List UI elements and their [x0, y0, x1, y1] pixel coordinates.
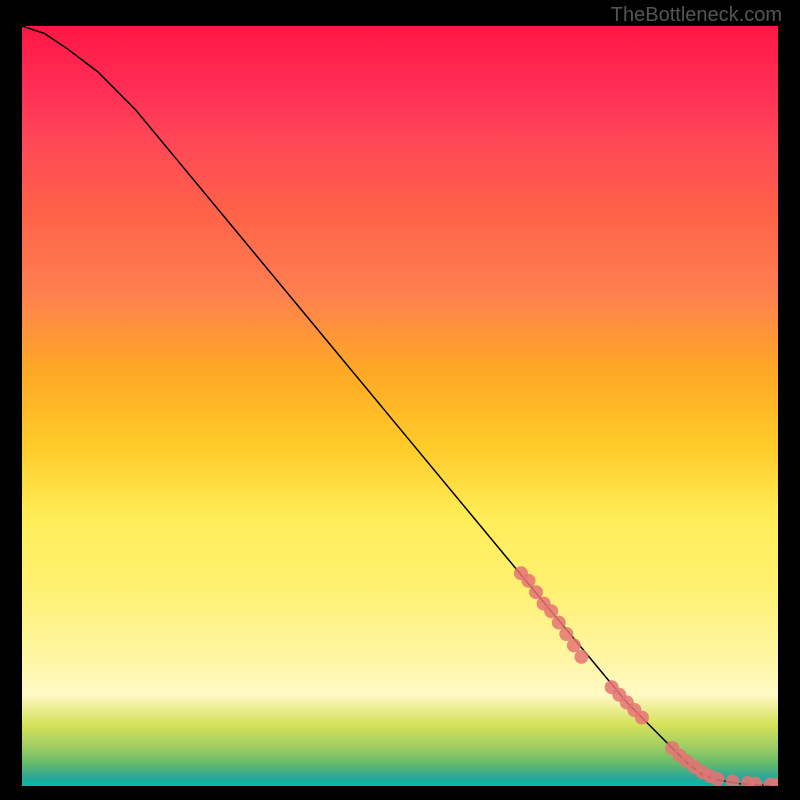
chart-svg — [22, 26, 778, 786]
data-point — [529, 585, 543, 599]
data-point — [726, 774, 740, 786]
data-point — [544, 604, 558, 618]
data-point — [635, 711, 649, 725]
curve-layer — [22, 26, 778, 786]
data-point — [522, 574, 536, 588]
data-point — [574, 650, 588, 664]
data-point — [552, 616, 566, 630]
bottleneck-curve — [22, 26, 778, 786]
watermark-text: TheBottleneck.com — [611, 4, 782, 27]
data-point — [559, 627, 573, 641]
data-point — [567, 638, 581, 652]
data-point — [711, 772, 725, 786]
plot-area — [22, 26, 778, 786]
scatter-points-layer — [514, 566, 778, 786]
